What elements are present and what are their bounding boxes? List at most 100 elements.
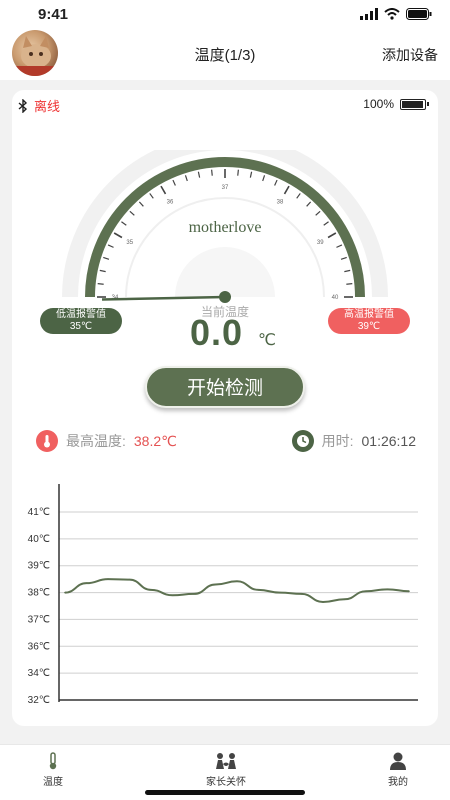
brand-logo: motherlove — [189, 219, 262, 236]
gauge-minor-tick — [184, 175, 188, 182]
battery-icon — [400, 98, 429, 110]
bluetooth-icon — [18, 98, 28, 113]
connection-label: 离线 — [34, 99, 61, 114]
clock-icon — [291, 430, 314, 452]
gauge-minor-tick — [103, 256, 110, 260]
start-measure-button[interactable]: 开始检测 — [145, 366, 305, 408]
parent-care-icon — [216, 753, 236, 769]
user-icon — [390, 752, 406, 770]
temperature-chart: 41℃ 40℃ 39℃ 38℃ 37℃ 36℃ 34℃ 32℃ — [28, 484, 418, 706]
chart-point — [300, 593, 303, 595]
current-temp-unit: ℃ — [258, 332, 276, 349]
chart-y-tick-label: 38℃ — [28, 588, 50, 599]
gauge-minor-tick — [323, 221, 329, 226]
gauge-minor-tick — [262, 175, 266, 182]
gauge-minor-tick — [149, 193, 154, 199]
chart-y-tick-label: 40℃ — [28, 534, 50, 545]
gauge-minor-tick — [315, 210, 321, 216]
chart-series-line — [64, 578, 410, 603]
max-temp-label: 最高温度: — [66, 433, 126, 449]
status-time: 9:41 — [38, 6, 69, 23]
thermometer-icon — [49, 752, 57, 770]
gauge-minor-tick — [306, 201, 312, 207]
signal-icon — [360, 8, 378, 20]
chart-y-tick-label: 37℃ — [28, 614, 50, 625]
gauge-minor-tick — [97, 283, 104, 285]
battery-fill — [402, 100, 423, 108]
chart-point — [193, 593, 195, 595]
status-battery-icon — [406, 8, 432, 20]
gauge-minor-tick — [138, 201, 144, 207]
gauge-minor-tick — [129, 210, 135, 216]
gauge-major-tick — [283, 185, 290, 195]
gauge-tick-label: 37 — [222, 185, 229, 191]
max-temp-stat: 最高温度: 38.2℃ — [36, 430, 177, 452]
chart-y-tick-label: 41℃ — [28, 507, 50, 518]
chart-point — [150, 589, 152, 591]
chart-point — [386, 588, 389, 591]
gauge-major-tick — [160, 185, 167, 195]
gauge-tick-label: 40 — [332, 295, 339, 301]
gauge-needle-hub — [219, 291, 231, 303]
gauge-minor-tick — [121, 221, 127, 226]
tab-parent-care-label: 家长关怀 — [206, 777, 246, 788]
chart-point — [343, 598, 346, 601]
elapsed-time-stat: 用时: 01:26:12 — [291, 430, 417, 452]
connection-status: 离线 — [18, 96, 60, 115]
chart-y-tick-label: 34℃ — [28, 668, 50, 679]
max-temp-value: 38.2℃ — [133, 432, 177, 449]
gauge-hub-shade — [175, 247, 275, 297]
gauge-minor-tick — [296, 193, 301, 199]
battery-percent: 100% — [363, 97, 394, 111]
chart-point — [64, 591, 66, 594]
gauge-needle — [101, 295, 226, 301]
gauge-minor-tick — [172, 179, 176, 186]
gauge-tick-label: 36 — [167, 200, 174, 206]
chart-point — [85, 582, 88, 584]
gauge-minor-tick — [344, 269, 351, 273]
current-temp-value: 0.0 — [190, 312, 244, 353]
gauge-minor-tick — [197, 171, 201, 178]
gauge-minor-tick — [346, 283, 353, 285]
gauge-minor-tick — [99, 269, 106, 273]
wifi-icon — [384, 8, 400, 20]
chart-point — [322, 601, 324, 603]
chart-y-tick-label: 32℃ — [28, 695, 50, 706]
tab-temperature-label: 温度 — [43, 777, 63, 788]
chart-y-tick-label: 39℃ — [28, 561, 50, 572]
gauge-minor-tick — [274, 179, 278, 186]
gauge-tick-label: 35 — [126, 240, 133, 246]
chart-point — [365, 590, 367, 593]
chart-point — [107, 578, 109, 580]
elapsed-time-value: 01:26:12 — [361, 433, 417, 449]
tab-mine[interactable]: 我的 — [383, 751, 413, 788]
chart-point — [257, 589, 260, 591]
gauge-minor-tick — [107, 244, 114, 248]
gauge-minor-tick — [249, 171, 253, 178]
gauge-tick-label: 38 — [277, 200, 284, 206]
gauge-major-tick — [113, 232, 123, 239]
tab-parent-care[interactable]: 家长关怀 — [196, 751, 256, 788]
gauge-minor-tick — [340, 256, 347, 260]
chart-point — [128, 578, 131, 581]
header: 温度(1/3) 添加设备 — [0, 28, 450, 80]
tab-temperature[interactable]: 温度 — [38, 751, 68, 788]
chart-point — [214, 583, 217, 586]
gauge-minor-tick — [336, 244, 343, 248]
tab-mine-label: 我的 — [388, 777, 408, 788]
gauge-minor-tick — [211, 169, 213, 176]
thermometer-alert-icon — [36, 430, 58, 452]
home-indicator — [145, 790, 305, 795]
elapsed-time-label: 用时: — [321, 433, 354, 449]
chart-y-tick-label: 36℃ — [28, 641, 50, 652]
device-card: 离线 100% 34353637383940 motherlove 低温报警值 … — [12, 90, 438, 726]
status-bar: 9:41 — [0, 0, 450, 28]
gauge-tick-label: 39 — [317, 240, 324, 246]
chart-point — [236, 580, 238, 583]
chart-point — [279, 591, 281, 594]
chart-point — [171, 594, 174, 597]
status-icons — [360, 8, 432, 20]
gauge-major-tick — [327, 232, 337, 239]
chart-point — [408, 590, 410, 593]
add-device-button[interactable]: 添加设备 — [382, 45, 438, 65]
